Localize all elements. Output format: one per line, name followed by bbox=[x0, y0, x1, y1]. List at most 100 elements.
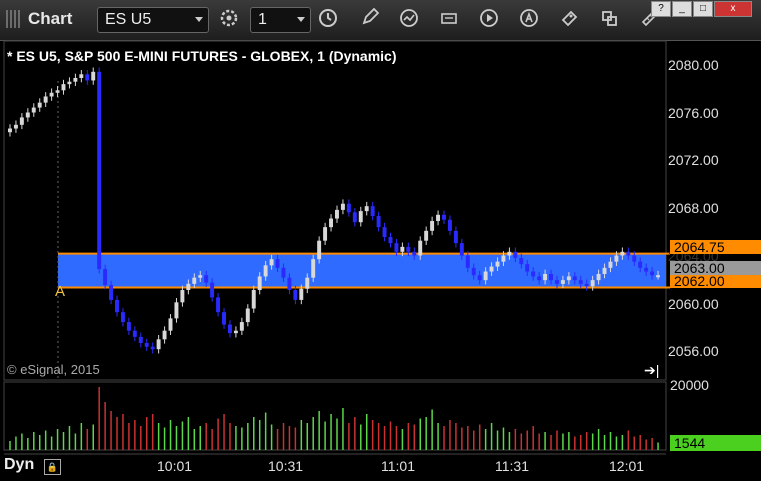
price-bar bbox=[186, 283, 191, 291]
price-bar bbox=[323, 227, 328, 241]
price-bar bbox=[572, 276, 577, 281]
price-bar bbox=[162, 330, 167, 340]
price-tick: 2056.00 bbox=[668, 343, 719, 359]
price-bar bbox=[13, 124, 18, 129]
price-bar bbox=[507, 251, 512, 256]
lock-icon[interactable]: 🔒 bbox=[44, 459, 61, 475]
price-bar bbox=[61, 84, 66, 91]
volume-pane bbox=[3, 381, 667, 451]
price-bar bbox=[115, 299, 119, 313]
price-bar bbox=[73, 77, 78, 82]
price-bar bbox=[144, 343, 149, 347]
price-bar bbox=[644, 267, 649, 272]
price-bar bbox=[614, 255, 619, 262]
price-tick: 2060.00 bbox=[668, 296, 719, 312]
price-bar bbox=[584, 283, 589, 287]
price-bar bbox=[97, 71, 102, 270]
price-bar bbox=[305, 277, 310, 289]
price-bar bbox=[245, 308, 250, 323]
price-bar bbox=[382, 227, 387, 238]
price-bar bbox=[192, 277, 197, 284]
price-bar bbox=[495, 261, 500, 267]
price-bar bbox=[549, 273, 553, 281]
price-bar bbox=[287, 277, 292, 291]
price-bar bbox=[311, 259, 316, 278]
price-bar bbox=[31, 107, 36, 113]
price-bar bbox=[138, 336, 143, 344]
price-bar bbox=[346, 203, 351, 213]
price-bar bbox=[85, 74, 90, 81]
time-tick: 11:01 bbox=[381, 458, 415, 474]
price-bar bbox=[596, 273, 601, 281]
price-bar bbox=[222, 312, 226, 325]
price-bar bbox=[447, 219, 452, 231]
price-bar bbox=[370, 206, 375, 217]
time-tick: 11:31 bbox=[495, 458, 529, 474]
price-bar bbox=[299, 288, 304, 300]
price-bar bbox=[109, 285, 114, 300]
price-bar bbox=[358, 211, 363, 223]
volume-last-tag: 1544 bbox=[670, 435, 761, 451]
price-bar bbox=[525, 264, 530, 272]
price-bar bbox=[120, 312, 125, 323]
price-bar bbox=[477, 275, 482, 281]
price-bar bbox=[602, 267, 607, 274]
price-tick: 2072.00 bbox=[668, 152, 719, 168]
price-bar bbox=[424, 230, 429, 241]
price-bar bbox=[501, 255, 506, 262]
last-price-tag: 2063.00 bbox=[670, 261, 761, 275]
price-bar bbox=[25, 112, 30, 118]
time-tick: 10:01 bbox=[157, 458, 193, 474]
price-bar bbox=[340, 203, 345, 210]
price-bar bbox=[418, 240, 423, 256]
price-bar bbox=[293, 290, 298, 300]
price-bar bbox=[400, 246, 405, 252]
price-bar bbox=[43, 96, 48, 103]
price-bar bbox=[263, 265, 268, 277]
time-tick: 10:31 bbox=[268, 458, 304, 474]
price-bar bbox=[608, 261, 613, 268]
price-bar bbox=[543, 273, 548, 281]
volume-max-label: 20000 bbox=[670, 377, 709, 393]
price-tick: 2076.00 bbox=[668, 105, 719, 121]
price-bar bbox=[632, 255, 637, 262]
price-bar bbox=[513, 251, 518, 258]
price-bar bbox=[227, 324, 232, 334]
price-bar bbox=[233, 330, 238, 334]
price-bar bbox=[656, 275, 660, 278]
price-bar bbox=[394, 243, 399, 252]
price-bar bbox=[79, 74, 84, 78]
price-bar bbox=[55, 90, 60, 93]
price-bar bbox=[436, 214, 441, 221]
price-bar bbox=[638, 261, 643, 268]
scroll-to-end-icon[interactable]: ➔| bbox=[644, 362, 659, 379]
price-bar bbox=[483, 271, 488, 281]
price-bar bbox=[465, 255, 470, 268]
price-bar bbox=[626, 251, 631, 256]
price-chart[interactable]: A bbox=[0, 0, 761, 481]
band-upper-tag: 2064.75 bbox=[670, 240, 761, 254]
price-bar bbox=[352, 212, 357, 223]
price-bar bbox=[275, 259, 280, 268]
price-bar bbox=[537, 276, 542, 281]
price-bar bbox=[650, 271, 655, 276]
price-bar bbox=[531, 271, 536, 277]
price-bar bbox=[174, 302, 179, 319]
price-bar bbox=[210, 282, 215, 298]
price-bar bbox=[406, 246, 411, 252]
price-bar bbox=[269, 259, 274, 266]
price-bar bbox=[554, 280, 559, 284]
price-bar bbox=[471, 267, 476, 276]
price-bar bbox=[132, 330, 137, 337]
price-bar bbox=[566, 276, 571, 281]
price-bar bbox=[204, 275, 209, 283]
price-bar bbox=[239, 322, 244, 331]
price-bar bbox=[198, 275, 203, 278]
price-bar bbox=[620, 251, 625, 256]
band-lower-tag: 2062.00 bbox=[670, 274, 761, 288]
price-bar bbox=[453, 230, 458, 244]
copyright-text: © eSignal, 2015 bbox=[7, 362, 100, 377]
price-bar bbox=[257, 276, 262, 291]
price-bar bbox=[335, 209, 339, 219]
price-bar bbox=[388, 237, 393, 244]
